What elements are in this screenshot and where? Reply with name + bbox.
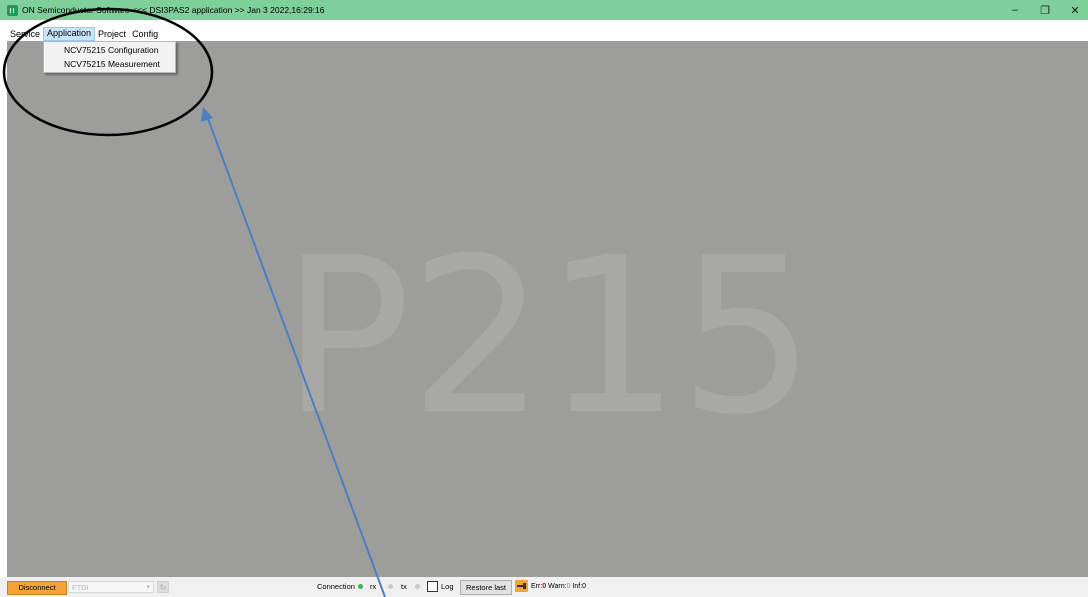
window-title: ON Semiconductor Software <<< DSI3PAS2 a… — [22, 5, 325, 15]
title-bar: ON Semiconductor Software <<< DSI3PAS2 a… — [0, 0, 1088, 20]
err-label: Err: — [531, 583, 543, 590]
menu-bar: Service Application Project Config — [7, 27, 161, 41]
app-icon — [7, 4, 18, 16]
device-select[interactable]: FTDI ▾ — [68, 581, 154, 593]
restore-icon[interactable]: ❐ — [1030, 0, 1060, 20]
log-checkbox[interactable] — [427, 581, 438, 592]
warn-count: 0 — [566, 583, 571, 590]
menu-item-ncv75215-measurement[interactable]: NCV75215 Measurement — [44, 58, 175, 70]
inf-label: Inf: — [572, 583, 583, 590]
tx-label: tx — [401, 582, 407, 591]
menu-project[interactable]: Project — [95, 28, 129, 40]
workspace: P215 — [7, 41, 1088, 577]
err-count: 0 — [542, 583, 547, 590]
watermark: P215 — [281, 211, 815, 462]
status-bar: Disconnect FTDI ▾ ↻ Connection rx tx Log… — [0, 577, 1088, 597]
application-menu-dropdown: NCV75215 Configuration NCV75215 Measurem… — [43, 41, 176, 73]
inf-count: 0 — [582, 583, 587, 590]
rx-led-icon — [388, 584, 393, 589]
menu-config[interactable]: Config — [129, 28, 161, 40]
menu-item-ncv75215-configuration[interactable]: NCV75215 Configuration — [44, 44, 175, 56]
plug-icon[interactable] — [515, 580, 528, 592]
restore-last-button[interactable]: Restore last — [460, 580, 512, 595]
log-label: Log — [441, 582, 454, 591]
refresh-icon[interactable]: ↻ — [157, 581, 169, 593]
chevron-down-icon: ▾ — [146, 584, 150, 591]
warn-label: Warn: — [548, 583, 567, 590]
close-icon[interactable]: ✕ — [1060, 0, 1088, 20]
menu-application[interactable]: Application — [43, 27, 96, 41]
message-counters: Err:0 Warn:0 Inf:0 — [531, 582, 586, 592]
connection-led-icon — [358, 584, 363, 589]
minimize-icon[interactable]: – — [1000, 0, 1030, 20]
disconnect-button[interactable]: Disconnect — [7, 581, 67, 595]
rx-label: rx — [370, 582, 377, 591]
menu-service[interactable]: Service — [7, 28, 43, 40]
connection-label: Connection — [317, 582, 355, 591]
tx-led-icon — [415, 584, 420, 589]
device-select-value: FTDI — [72, 583, 89, 592]
